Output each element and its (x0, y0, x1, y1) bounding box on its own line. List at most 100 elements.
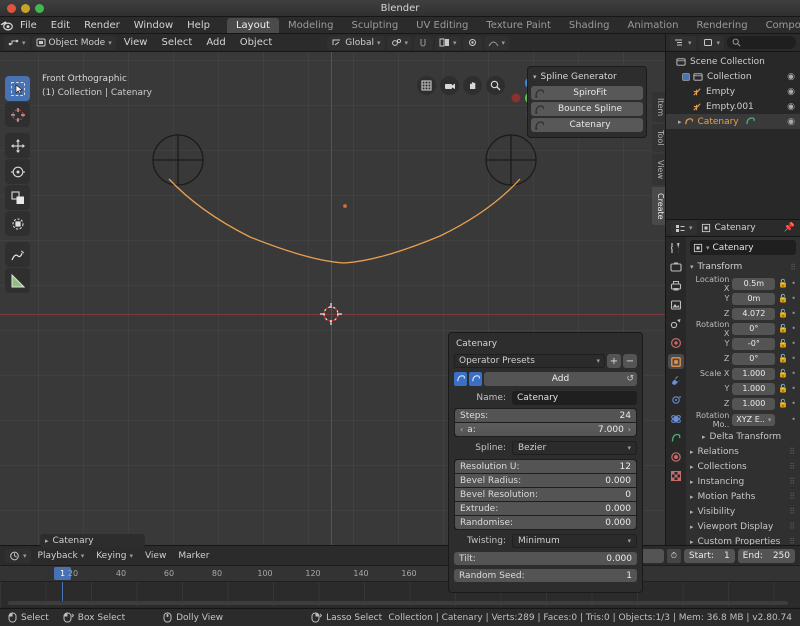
timeline-ruler[interactable]: 1 20 40 60 80 100 120 140 160 180 200 22… (0, 566, 800, 582)
bounce-spline-button[interactable]: Bounce Spline (531, 102, 643, 116)
visibility-eye-icon[interactable]: ◉ (787, 87, 795, 97)
undo-icon[interactable]: ↺ (626, 374, 634, 384)
lock-icon[interactable]: 🔓 (778, 399, 788, 408)
tab-sculpting[interactable]: Sculpting (342, 18, 407, 33)
sidebar-tab-item[interactable]: Item (652, 92, 665, 123)
annotate-tool[interactable] (5, 242, 30, 267)
panel-viewport-display[interactable]: ▸ Viewport Display ⠿ (690, 519, 796, 534)
playback-dropdown[interactable]: Playback ▾ (33, 549, 90, 563)
animate-property-icon[interactable]: • (791, 309, 796, 318)
operator-collapsed-strip[interactable]: ▸ Catenary (40, 534, 145, 547)
rotate-tool[interactable] (5, 159, 30, 184)
spline-type-dropdown[interactable]: Bezier ▾ (512, 441, 637, 455)
tab-compositing[interactable]: Compositing (757, 18, 800, 33)
panel-instancing[interactable]: ▸ Instancing ⠿ (690, 474, 796, 489)
visibility-eye-icon[interactable]: ◉ (787, 117, 795, 127)
outliner-row-empty-001[interactable]: Empty.001 ◉ (666, 99, 800, 114)
lock-icon[interactable]: 🔓 (778, 384, 788, 393)
menu-window[interactable]: Window (127, 18, 180, 33)
transform-value-input[interactable]: 0.5m (732, 277, 776, 290)
panel-delta-transform[interactable]: ▸ Delta Transform (690, 429, 796, 444)
select-box-tool[interactable] (5, 76, 30, 101)
transform-value-input[interactable]: 1.000 (732, 397, 776, 410)
transform-value-input[interactable]: 4.072 (732, 307, 776, 320)
bevel-radius-field[interactable]: Bevel Radius: 0.000 (455, 474, 636, 487)
timeline-body[interactable] (0, 582, 800, 607)
pin-icon[interactable]: 📌 (784, 223, 795, 233)
remove-preset-button[interactable]: − (623, 354, 637, 368)
name-input[interactable]: Catenary (512, 391, 637, 405)
animate-property-icon[interactable]: • (791, 369, 796, 378)
resolution-u-field[interactable]: Resolution U: 12 (455, 460, 636, 473)
spirofit-button[interactable]: SpiroFit (531, 86, 643, 100)
randomise-field[interactable]: Randomise: 0.000 (455, 516, 636, 529)
outliner-row-empty[interactable]: Empty ◉ (666, 84, 800, 99)
chevron-down-icon[interactable]: ▾ (706, 244, 710, 252)
properties-tab-output[interactable] (668, 278, 684, 293)
operator-presets-dropdown[interactable]: Operator Presets ▾ (454, 354, 605, 368)
properties-tab-texture[interactable] (668, 468, 684, 483)
timeline-scrollbar[interactable] (8, 601, 788, 605)
properties-editor-type-button[interactable]: ▾ (671, 221, 697, 235)
transform-value-input[interactable]: 1.000 (732, 382, 776, 395)
visibility-eye-icon[interactable]: ◉ (787, 102, 795, 112)
object-mode-dropdown[interactable]: Object Mode ▾ (31, 35, 116, 50)
sidebar-tab-tool[interactable]: Tool (652, 124, 665, 152)
transform-value-input[interactable]: 0° (732, 352, 776, 365)
tab-texture-paint[interactable]: Texture Paint (477, 18, 560, 33)
lock-icon[interactable]: 🔓 (778, 354, 788, 363)
viewport-menu-add[interactable]: Add (200, 37, 231, 48)
twisting-dropdown[interactable]: Minimum ▾ (512, 534, 637, 548)
catenary-button[interactable]: Catenary (531, 118, 643, 132)
add-preset-button[interactable]: + (607, 354, 621, 368)
tab-layout[interactable]: Layout (226, 17, 279, 33)
steps-field[interactable]: Steps: 24 (455, 409, 636, 422)
outliner-display-mode-dropdown[interactable]: ▾ (698, 35, 725, 50)
viewport-menu-view[interactable]: View (118, 37, 154, 48)
lock-icon[interactable]: 🔓 (778, 294, 788, 303)
tab-rendering[interactable]: Rendering (687, 18, 756, 33)
animate-property-icon[interactable]: • (791, 384, 796, 393)
spline-generator-header[interactable]: ▾ Spline Generator (531, 70, 643, 86)
proportional-falloff-dropdown[interactable]: ▾ (483, 35, 510, 50)
animate-property-icon[interactable]: • (791, 324, 796, 333)
tab-animation[interactable]: Animation (619, 18, 688, 33)
transform-tool[interactable] (5, 211, 30, 236)
properties-tab-world[interactable] (668, 335, 684, 350)
animate-property-icon[interactable]: • (791, 399, 796, 408)
sidebar-tab-create[interactable]: Create (652, 186, 665, 226)
panel-motion-paths[interactable]: ▸ Motion Paths ⠿ (690, 489, 796, 504)
rotation-mode-dropdown[interactable]: XYZ E.. ▾ (732, 413, 776, 426)
lock-icon[interactable]: 🔓 (778, 339, 788, 348)
properties-tab-object-data[interactable] (668, 430, 684, 445)
transform-panel-header[interactable]: ▾ Transform ⠿ (690, 260, 796, 274)
animate-property-icon[interactable]: • (791, 354, 796, 363)
properties-tab-scene[interactable] (668, 316, 684, 331)
add-button[interactable]: Add ↺ (484, 372, 637, 386)
animate-property-icon[interactable]: • (791, 339, 796, 348)
animate-property-icon[interactable]: • (791, 415, 796, 424)
outliner-editor-type-button[interactable]: ▾ (670, 35, 696, 50)
expand-triangle-icon[interactable]: ▸ (678, 118, 682, 126)
snap-toggle-button[interactable] (414, 35, 434, 50)
grid-overlay-icon[interactable] (417, 76, 436, 95)
snap-target-dropdown[interactable]: ▾ (435, 35, 461, 50)
transform-value-input[interactable]: 0° (732, 322, 776, 335)
transform-orientation-dropdown[interactable]: Global ▾ (327, 35, 385, 50)
properties-tab-modifiers[interactable] (668, 373, 684, 388)
collection-checkbox[interactable] (682, 72, 690, 81)
tab-uv-editing[interactable]: UV Editing (407, 18, 477, 33)
scale-tool[interactable] (5, 185, 30, 210)
panel-visibility[interactable]: ▸ Visibility ⠿ (690, 504, 796, 519)
extrude-field[interactable]: Extrude: 0.000 (455, 502, 636, 515)
lock-icon[interactable]: 🔓 (778, 279, 788, 288)
object-name-field[interactable]: ▾ Catenary (690, 240, 796, 255)
bevel-resolution-field[interactable]: Bevel Resolution: 0 (455, 488, 636, 501)
properties-tab-tool[interactable] (668, 240, 684, 255)
blender-logo-icon[interactable] (0, 20, 13, 31)
panel-relations[interactable]: ▸ Relations ⠿ (690, 444, 796, 459)
lock-icon[interactable]: 🔓 (778, 309, 788, 318)
use-preview-range-button[interactable]: ⏱ (666, 548, 681, 563)
tab-shading[interactable]: Shading (560, 18, 619, 33)
sidebar-tab-view[interactable]: View (652, 153, 665, 185)
